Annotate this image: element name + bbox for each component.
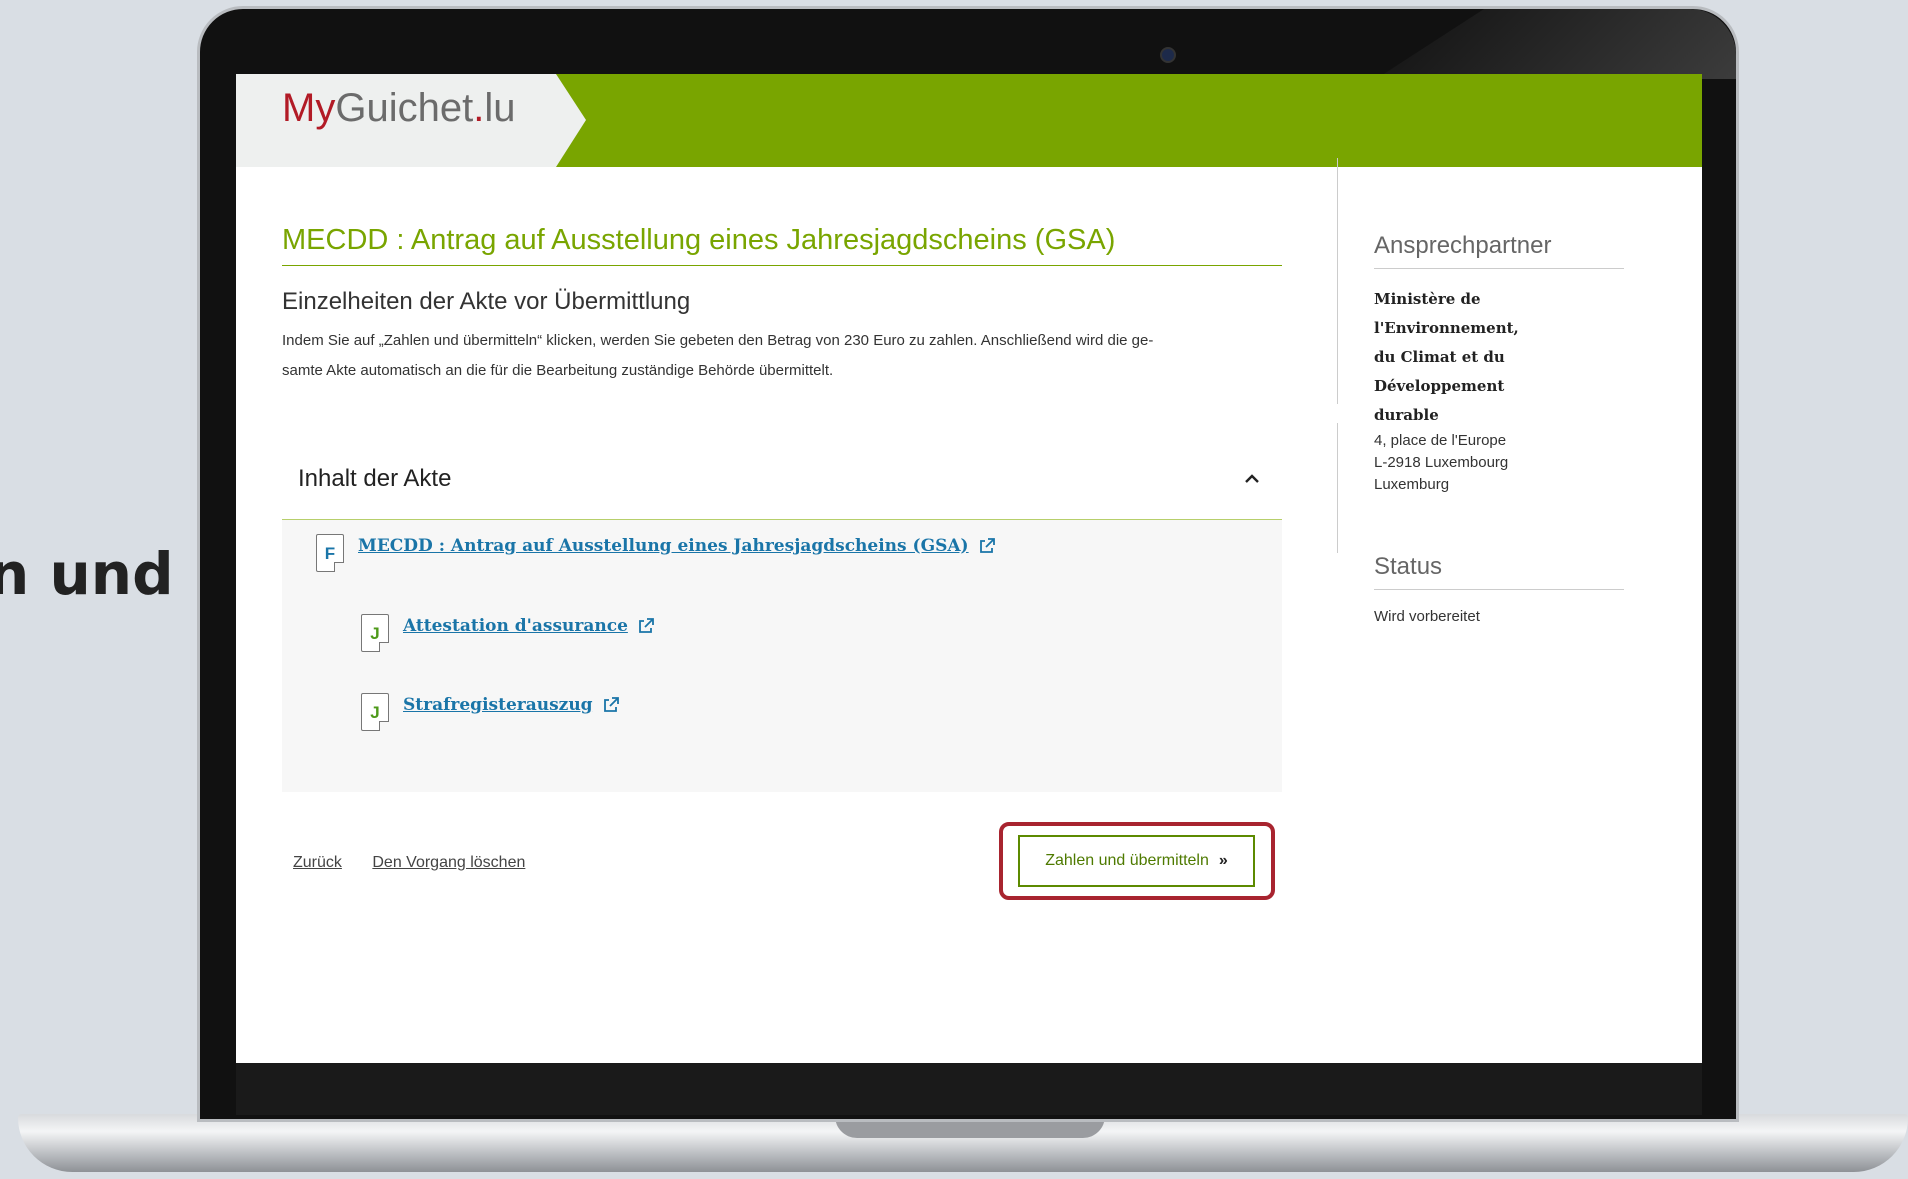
description-line-2: samte Akte automatisch an die für die Be… [282,362,834,379]
main-content: MECDD : Antrag auf Ausstellung eines Jah… [282,224,1282,386]
address-line-2: L-2918 Luxembourg [1374,454,1509,471]
status-value: Wird vorbereitet [1374,608,1480,625]
double-chevron-right-icon: » [1218,852,1228,869]
contact-panel: Ansprechpartner Ministère de l'Environne… [1374,232,1624,496]
org-line-2: du Climat et du Développement [1374,348,1505,395]
organization-name: Ministère de l'Environnement, du Climat … [1374,285,1624,430]
address-line-1: 4, place de l'Europe [1374,432,1507,449]
sidebar-divider-top [1337,158,1338,404]
myguichet-logo[interactable]: MyGuichet.lu [282,86,515,131]
document-link-insurance[interactable]: Attestation d'assurance [403,616,628,636]
description: Indem Sie auf „Zahlen und übermitteln“ k… [282,326,1282,386]
side-caption: n und [0,540,174,608]
attachment-document-icon: J [361,693,389,731]
screen-glare [1376,9,1736,79]
chevron-up-icon[interactable] [1244,474,1260,484]
section-subtitle: Einzelheiten der Akte vor Übermittlung [282,288,691,315]
external-link-icon[interactable] [638,618,654,634]
camera-icon [1160,47,1176,63]
document-item-insurance: J Attestation d'assurance [361,614,654,652]
sidebar-divider-bottom [1337,423,1338,553]
attachment-document-icon: J [361,614,389,652]
submit-label: Zahlen und übermitteln [1045,852,1209,869]
logo-dot: . [473,86,485,130]
logo-lu: lu [484,86,516,130]
document-link-application[interactable]: MECDD : Antrag auf Ausstellung eines Jah… [358,536,969,556]
external-link-icon[interactable] [603,697,619,713]
pay-and-submit-button[interactable]: Zahlen und übermitteln » [1018,835,1255,887]
page-title: MECDD : Antrag auf Ausstellung eines Jah… [282,224,1282,266]
org-line-3: durable [1374,406,1439,424]
contact-title: Ansprechpartner [1374,232,1624,269]
doc-letter: J [370,703,380,722]
doc-letter: F [324,544,336,563]
delete-process-link[interactable]: Den Vorgang löschen [372,854,525,871]
document-link-criminal-record[interactable]: Strafregisterauszug [403,695,593,715]
accordion-title: Inhalt der Akte [298,465,452,492]
description-line-1: Indem Sie auf „Zahlen und übermitteln“ k… [282,332,1154,349]
document-item-form: F MECDD : Antrag auf Ausstellung eines J… [316,534,995,572]
form-document-icon: F [316,534,344,572]
screen: MyGuichet.lu MECDD : Antrag auf Ausstell… [236,74,1702,1063]
external-link-icon[interactable] [979,538,995,554]
address-line-3: Luxemburg [1374,476,1450,493]
status-title: Status [1374,553,1624,590]
logo-my: My [282,86,336,130]
status-panel: Status Wird vorbereitet [1374,553,1624,625]
accordion-header[interactable]: Inhalt der Akte [282,439,1282,520]
footer-links: Zurück Den Vorgang löschen [293,854,551,872]
doc-letter: J [370,624,380,643]
organization-address: 4, place de l'Europe L-2918 Luxembourg L… [1374,430,1624,496]
org-line-1: Ministère de l'Environnement, [1374,290,1519,337]
laptop-bezel [236,1063,1702,1115]
file-contents-accordion: Inhalt der Akte F MECDD : Antrag auf Aus… [282,439,1282,792]
accordion-body: F MECDD : Antrag auf Ausstellung eines J… [282,520,1282,792]
document-item-criminal-record: J Strafregisterauszug [361,693,619,731]
logo-guichet: Guichet [335,86,474,130]
back-link[interactable]: Zurück [293,854,342,871]
